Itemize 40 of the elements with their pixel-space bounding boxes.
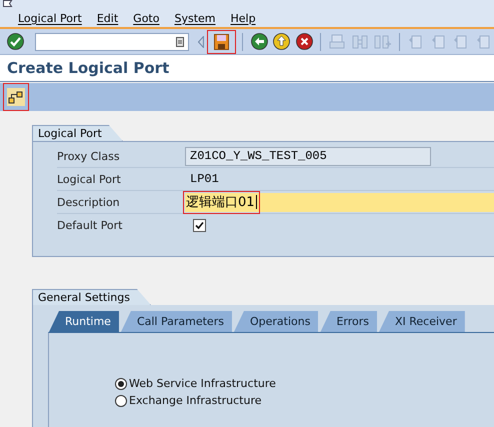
page-arrow-icon (453, 34, 470, 50)
tab[interactable]: Operations (234, 311, 318, 332)
radio-option[interactable]: Exchange Infrastructure (115, 394, 494, 407)
hierarchy-button[interactable] (3, 83, 29, 111)
radio-option[interactable]: Web Service Infrastructure (115, 377, 494, 390)
menu-item[interactable]: System (174, 12, 216, 25)
page-arrow-icon (430, 34, 447, 50)
group-title: General Settings (32, 289, 151, 305)
input-field[interactable]: 逻辑端口01 (185, 192, 494, 212)
menu-item[interactable]: Help (230, 12, 256, 25)
save-button[interactable] (206, 30, 236, 54)
menu-item[interactable]: Edit (96, 12, 118, 25)
checkbox[interactable] (193, 218, 206, 232)
radio-button[interactable] (115, 378, 127, 390)
print-icon (329, 34, 346, 50)
input-field[interactable]: Z01CO_Y_WS_TEST_005 (185, 146, 431, 166)
tab[interactable]: Errors (320, 311, 377, 332)
binoculars-icon (352, 34, 368, 50)
field-label: Default Port (57, 218, 124, 232)
menu-item[interactable]: Goto (133, 12, 160, 25)
screen-title: Create Logical Port (7, 58, 170, 77)
group-title: Logical Port (32, 125, 123, 141)
field-label: Description (57, 196, 121, 208)
history-icon[interactable] (176, 36, 184, 47)
tab[interactable]: Call Parameters (120, 311, 232, 332)
command-field[interactable] (34, 32, 189, 51)
check-icon (7, 33, 24, 50)
cancel-icon (296, 33, 314, 50)
menu-item[interactable]: Logical Port (18, 12, 82, 25)
page-arrow-icon (476, 34, 492, 50)
field-label: Proxy Class (57, 150, 121, 162)
tab[interactable]: Runtime (49, 311, 119, 332)
back-icon (250, 33, 268, 50)
hierarchy-icon (7, 88, 25, 106)
field-label: Logical Port (57, 172, 122, 186)
input-field[interactable]: LP01 (185, 170, 494, 188)
radio-button[interactable] (115, 394, 127, 406)
tab[interactable]: XI Receiver (378, 311, 465, 332)
binoculars-plus-icon (374, 34, 392, 50)
page-arrow-icon (408, 34, 424, 50)
